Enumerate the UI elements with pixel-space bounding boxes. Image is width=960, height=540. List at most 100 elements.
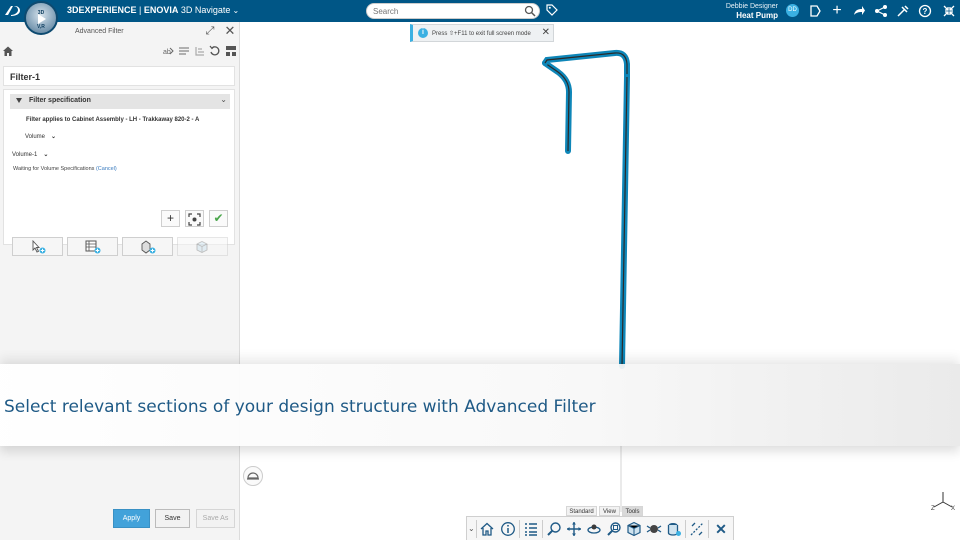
pointer-add-icon	[32, 240, 46, 254]
filter-name-label: Filter-1	[10, 72, 41, 82]
save-button[interactable]: Save	[155, 509, 190, 528]
save-as-button[interactable]: Save As	[196, 509, 235, 528]
tree-icon[interactable]	[523, 521, 539, 537]
action-bar: ⌄ ✕	[466, 516, 734, 540]
pipe-model[interactable]	[240, 22, 960, 540]
axis-z-label: Z	[931, 506, 935, 512]
separator	[476, 520, 477, 538]
rename-icon[interactable]: ab	[162, 45, 174, 57]
compass-play-icon	[38, 14, 46, 24]
separator	[519, 520, 520, 538]
zoom-icon[interactable]	[546, 521, 562, 537]
search-box[interactable]	[366, 3, 540, 19]
add-from-list-button[interactable]	[67, 237, 118, 256]
list-icon[interactable]	[178, 45, 190, 57]
sort-icon[interactable]	[194, 45, 206, 57]
filter-specification-box: Filter specification ⌄ Filter applies to…	[3, 89, 235, 256]
filter-name-field[interactable]: Filter-1	[3, 66, 235, 86]
select-in-3d-button[interactable]	[12, 237, 63, 256]
apply-button[interactable]: Apply	[113, 509, 150, 528]
ds-logo-icon	[5, 6, 20, 16]
pan-icon[interactable]	[566, 521, 582, 537]
compass-widget[interactable]: 3D V,R	[24, 1, 58, 35]
collapse-triangle-icon	[16, 98, 22, 103]
chevron-down-icon: ⌄	[51, 134, 57, 140]
expand-icon[interactable]: ⤢	[204, 25, 216, 37]
panel-title: Advanced Filter	[75, 28, 124, 35]
table-add-icon	[85, 240, 101, 254]
share-icon[interactable]	[808, 4, 822, 18]
select-volume-button[interactable]	[185, 210, 204, 227]
tools-icon[interactable]	[896, 4, 910, 18]
advanced-filter-panel: Advanced Filter ⤢ ✕ ab Filter-1 Filter s…	[0, 22, 240, 540]
layout-icon[interactable]	[225, 45, 237, 57]
brand-logo[interactable]	[3, 3, 21, 19]
waiting-text: Waiting for Volume Specifications	[13, 166, 95, 172]
explode-icon[interactable]	[666, 521, 682, 537]
separator	[542, 520, 543, 538]
plus-icon: +	[166, 211, 174, 225]
filter-specification-header[interactable]: Filter specification ⌄	[10, 94, 230, 109]
app-title[interactable]: 3DEXPERIENCE | ENOVIA 3D Navigate ⌄	[67, 5, 239, 15]
user-info[interactable]: Debbie Designer Heat Pump	[726, 2, 778, 20]
chevron-down-icon: ⌄	[220, 95, 227, 104]
tab-standard[interactable]: Standard	[566, 506, 597, 516]
home-icon[interactable]	[2, 45, 14, 57]
rotate-icon[interactable]	[586, 521, 602, 537]
role-name: 3D Navigate	[180, 5, 231, 15]
volume-select-icon	[188, 213, 201, 226]
volume-value: Volume-1	[12, 152, 38, 158]
fit-icon[interactable]	[606, 521, 622, 537]
banner-text: Select relevant sections of your design …	[4, 397, 596, 417]
svg-text:ab: ab	[163, 49, 171, 56]
fullscreen-tip: i Press ⇧+F11 to exit full screen mode ✕	[410, 24, 554, 42]
fullscreen-tip-text: Press ⇧+F11 to exit full screen mode	[432, 31, 531, 37]
filter-type-value: Volume	[25, 134, 46, 140]
tag-icon[interactable]	[546, 4, 558, 16]
user-name: Debbie Designer	[725, 3, 778, 10]
cancel-link[interactable]: (Cancel)	[96, 166, 117, 172]
forward-icon[interactable]	[852, 4, 866, 18]
cube-add-icon	[196, 240, 208, 254]
network-icon[interactable]	[874, 4, 888, 18]
check-icon: ✔	[213, 211, 224, 225]
volume-select[interactable]: Volume-1 ⌄	[12, 151, 48, 158]
dome-icon	[247, 472, 259, 480]
tab-view[interactable]: View	[599, 506, 620, 516]
attribute-add-icon	[141, 240, 156, 254]
filter-type-select[interactable]: Volume ⌄	[25, 133, 56, 140]
confirm-button[interactable]: ✔	[209, 210, 228, 227]
applies-to-text: Filter applies to Cabinet Assembly - LH …	[26, 117, 200, 123]
info-icon: i	[418, 28, 428, 38]
add-attribute-button[interactable]	[122, 237, 173, 256]
close-icon[interactable]: ✕	[713, 521, 729, 537]
help-icon[interactable]: ?	[918, 4, 932, 18]
render-icon[interactable]	[626, 521, 642, 537]
add-icon[interactable]: +	[830, 3, 844, 19]
view-icon[interactable]	[646, 521, 662, 537]
home-icon[interactable]	[479, 521, 495, 537]
tab-tools[interactable]: Tools	[622, 506, 643, 516]
compass-bottom-label: V,R	[37, 24, 45, 30]
measure-icon[interactable]	[689, 521, 705, 537]
search-icon[interactable]	[524, 5, 536, 17]
3d-viewport[interactable]: i Press ⇧+F11 to exit full screen mode ✕	[240, 22, 960, 540]
collab-space: Heat Pump	[736, 11, 778, 20]
info-icon[interactable]	[500, 521, 516, 537]
separator	[708, 520, 709, 538]
add-button[interactable]: +	[161, 210, 180, 227]
fullscreen-exit-icon[interactable]	[942, 4, 956, 18]
scope-toggle-button[interactable]	[243, 466, 263, 486]
svg-text:?: ?	[923, 7, 928, 16]
chevron-down-icon[interactable]: ⌄	[468, 521, 475, 537]
top-bar: 3D V,R 3DEXPERIENCE | ENOVIA 3D Navigate…	[0, 0, 960, 35]
close-tip-icon[interactable]: ✕	[542, 27, 550, 38]
search-input[interactable]	[373, 5, 518, 17]
brand-name: 3DEXPERIENCE	[67, 5, 137, 15]
waiting-status: Waiting for Volume Specifications (Cance…	[13, 166, 117, 172]
reset-icon[interactable]	[209, 45, 221, 57]
close-icon[interactable]: ✕	[224, 24, 236, 37]
avatar[interactable]: DD	[786, 4, 799, 17]
add-volume-button[interactable]	[177, 237, 228, 256]
axis-x-label: X	[951, 506, 955, 512]
